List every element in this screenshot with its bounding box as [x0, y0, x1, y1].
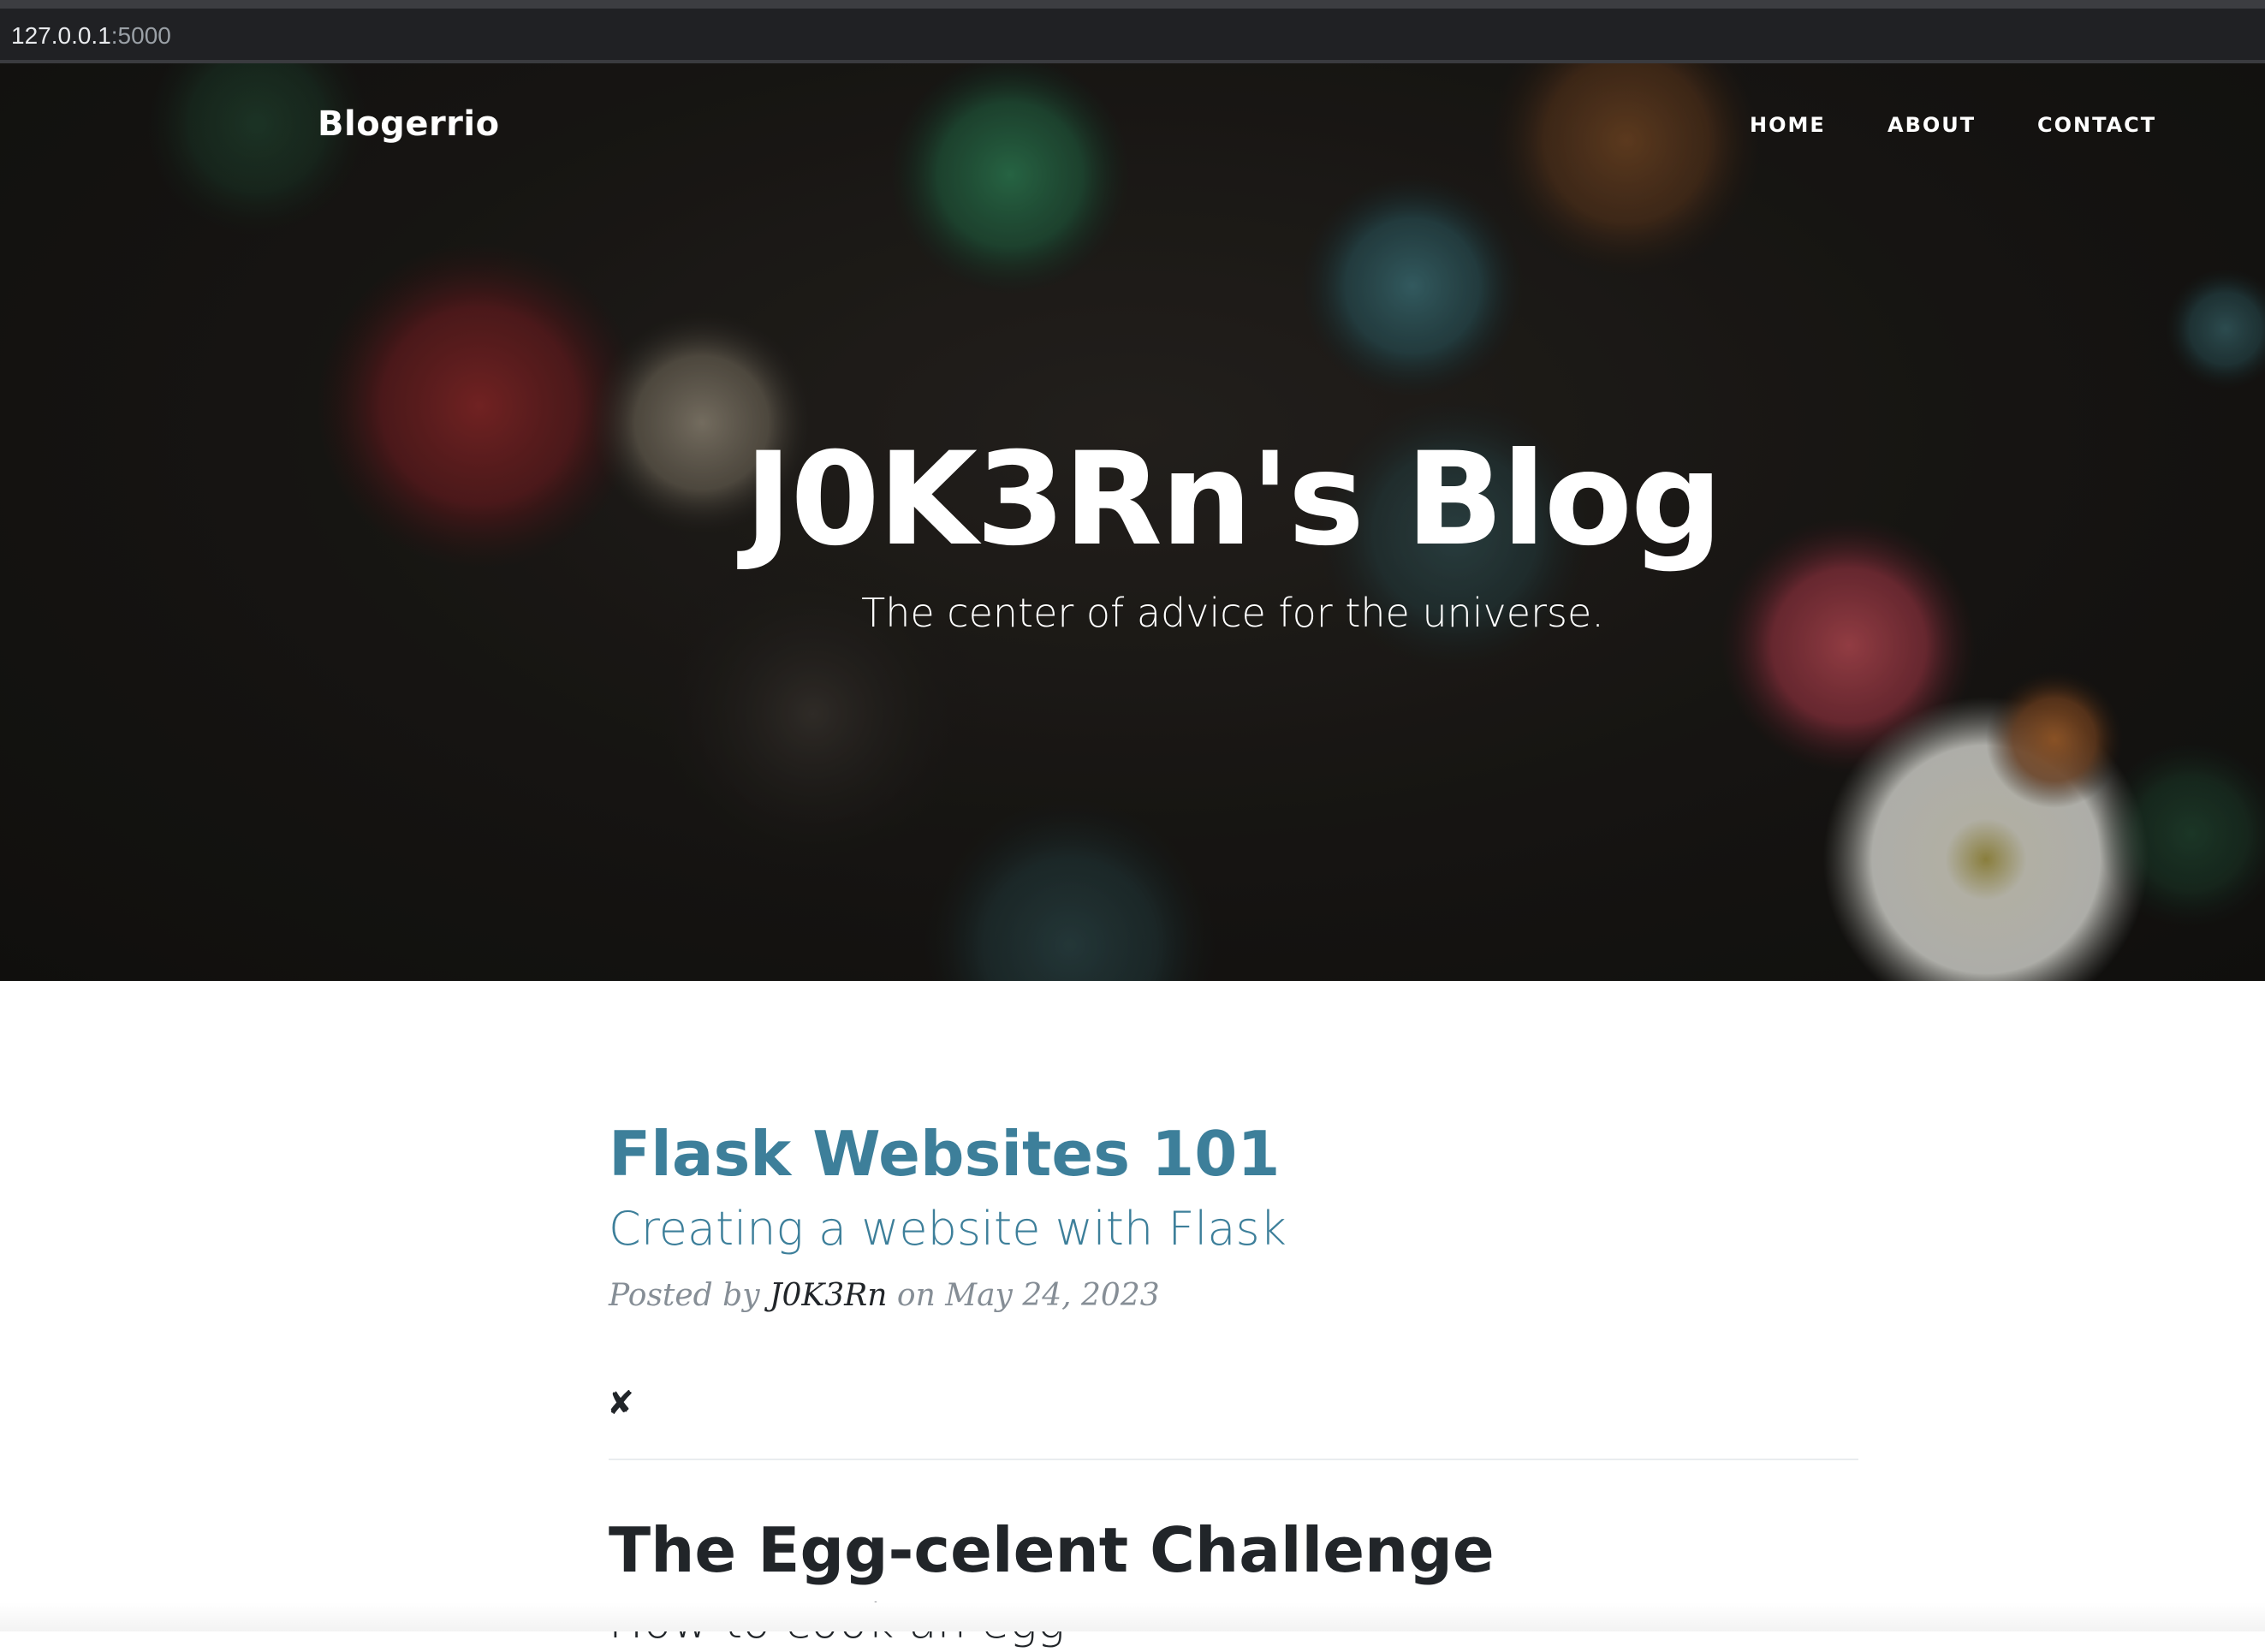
nav-about-link[interactable]: ABOUT — [1888, 113, 1976, 137]
address-url[interactable]: 127.0.0.1:5000 — [11, 22, 171, 50]
post-subtitle-link[interactable]: Creating a website with Flask — [609, 1199, 1858, 1259]
post-title-link[interactable]: The Egg-celent Challenge — [609, 1513, 1858, 1587]
navbar-brand[interactable]: Blogerrio — [318, 104, 500, 144]
posted-by-label: Posted by — [609, 1278, 760, 1313]
post-divider — [609, 1459, 1858, 1460]
browser-top-strip — [0, 0, 2265, 9]
nav-home-link[interactable]: HOME — [1750, 113, 1826, 137]
on-label: on — [896, 1278, 936, 1313]
delete-post-button[interactable]: ✘ — [607, 1384, 634, 1422]
post-preview: Flask Websites 101 Creating a website wi… — [609, 1117, 1858, 1313]
site-heading: J0K3Rn's Blog — [744, 425, 1723, 574]
address-port: :5000 — [110, 22, 171, 49]
hero-header: Blogerrio HOME ABOUT CONTACT J0K3Rn's Bl… — [0, 63, 2265, 981]
post-date: May 24, 2023 — [945, 1278, 1160, 1313]
site-subheading: The center of advice for the universe. — [861, 590, 1604, 636]
post-title-link[interactable]: Flask Websites 101 — [609, 1117, 1858, 1191]
address-host: 127.0.0.1 — [11, 22, 111, 49]
post-author-link[interactable]: J0K3Rn — [770, 1278, 887, 1313]
browser-address-bar[interactable]: 127.0.0.1:5000 — [0, 9, 2265, 63]
post-meta: Posted by J0K3Rn on May 24, 2023 — [609, 1278, 1858, 1313]
window-bottom-edge — [0, 1602, 2265, 1631]
nav-contact-link[interactable]: CONTACT — [2037, 113, 2156, 137]
